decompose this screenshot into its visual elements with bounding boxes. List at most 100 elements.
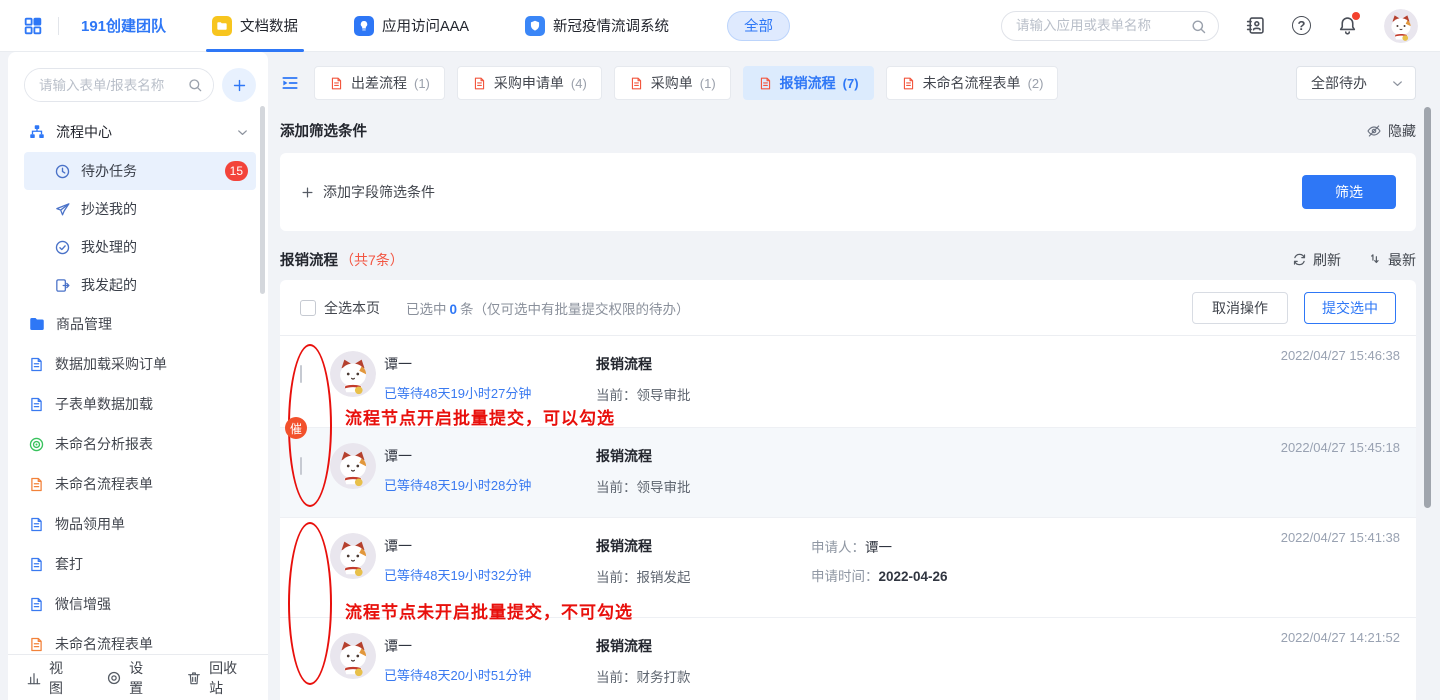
header-search [1001,11,1219,41]
filter-button[interactable]: 筛选 [1302,175,1396,209]
cancel-operation-button[interactable]: 取消操作 [1192,292,1288,324]
folder-app-icon [212,16,232,36]
sidebar-scrollbar[interactable] [260,106,265,294]
contacts-icon[interactable] [1245,15,1266,36]
waiting-time[interactable]: 已等待48天20小时51分钟 [384,665,596,684]
sort-latest-button[interactable]: 最新 [1367,250,1416,270]
tab-unnamed-flow-form[interactable]: 未命名流程表单 (2) [886,66,1059,100]
row-checkbox[interactable] [300,365,302,383]
app-tab-app-access[interactable]: 应用访问AAA [354,0,469,52]
avatar [330,533,376,579]
help-icon[interactable]: ? [1292,16,1311,35]
main-scrollbar[interactable] [1424,107,1431,508]
todo-row[interactable]: 谭一 已等待48天20小时51分钟 报销流程 当前：财务打款 2022/04/2… [280,618,1416,700]
applicant-name: 谭一 [384,536,596,556]
waiting-time[interactable]: 已等待48天19小时28分钟 [384,475,596,494]
flow-name: 报销流程 [596,446,811,466]
hide-filters-link[interactable]: 隐藏 [1366,121,1416,141]
sidebar-item-label: 数据加载采购订单 [55,354,167,374]
paper-plane-icon [54,201,71,218]
todo-filter-select[interactable]: 全部待办 [1296,66,1416,100]
urge-badge[interactable]: 催 [285,417,307,439]
add-form-button[interactable] [222,68,256,102]
tab-reimbursement-flow[interactable]: 报销流程 (7) [743,66,874,100]
workflow-icon [28,123,46,141]
selected-count: 0 [447,302,461,317]
recycle-bin-button[interactable]: 回收站 [186,658,250,698]
header-search-input[interactable] [1002,12,1218,40]
app-tab-label: 文档数据 [240,15,298,36]
sidebar: 流程中心 待办任务 15 抄送我的 我处理的 [8,52,268,700]
sidebar-item-print-template[interactable]: 套打 [24,544,256,584]
doc-icon [758,76,773,91]
tab-purchase-order[interactable]: 采购单 (1) [614,66,731,100]
waiting-time[interactable]: 已等待48天19小时32分钟 [384,565,596,584]
sidebar-search-input[interactable] [25,69,213,101]
doc-icon [28,396,45,413]
all-apps-pill[interactable]: 全部 [727,11,790,41]
sidebar-item-label: 微信增强 [55,594,111,614]
refresh-button[interactable]: 刷新 [1292,250,1341,270]
footer-label: 设置 [129,658,156,698]
doc-icon [28,556,45,573]
sidebar-group-process-center[interactable]: 流程中心 [24,112,256,152]
submit-selected-button[interactable]: 提交选中 [1304,292,1396,324]
sidebar-item-data-load-order[interactable]: 数据加载采购订单 [24,344,256,384]
select-all-label[interactable]: 全选本页 [324,298,380,318]
sidebar-item-subform-data-load[interactable]: 子表单数据加载 [24,384,256,424]
add-field-filter-button[interactable]: 添加字段筛选条件 [300,182,435,202]
main-content: 出差流程 (1) 采购申请单 (4) 采购单 (1) 报销流程 (7) 未命名流… [268,52,1440,700]
select-all-checkbox[interactable] [300,300,316,316]
row-checkbox[interactable] [300,457,302,475]
notifications-bell-icon[interactable] [1337,15,1358,36]
row-timestamp: 2022/04/27 15:41:38 [1281,530,1400,545]
refresh-label: 刷新 [1313,250,1341,270]
tab-purchase-request[interactable]: 采购申请单 (4) [457,66,602,100]
waiting-time[interactable]: 已等待48天19小时27分钟 [384,383,596,402]
app-tab-covid-system[interactable]: 新冠疫情流调系统 [525,0,669,52]
bulb-app-icon [354,16,374,36]
current-node: 当前：报销发起 [596,566,811,586]
doc-send-icon [54,277,71,294]
sidebar-item-cc-to-me[interactable]: 抄送我的 [24,190,256,228]
doc-icon [472,76,487,91]
todo-row[interactable]: 谭一 已等待48天19小时28分钟 报销流程 当前：领导审批 2022/04/2… [280,428,1416,518]
sidebar-item-item-requisition[interactable]: 物品领用单 [24,504,256,544]
sidebar-item-product-mgmt[interactable]: 商品管理 [24,304,256,344]
annotation-can-check: 流程节点开启批量提交，可以勾选 [345,404,615,429]
sidebar-item-unnamed-report[interactable]: 未命名分析报表 [24,424,256,464]
chevron-down-icon[interactable] [235,125,250,140]
settings-button[interactable]: 设置 [106,658,156,698]
notification-dot [1352,12,1360,20]
team-name[interactable]: 191创建团队 [81,15,166,36]
sort-label: 最新 [1388,250,1416,270]
user-avatar[interactable] [1384,9,1418,43]
search-icon[interactable] [1190,18,1207,35]
collapse-list-icon[interactable] [280,73,300,93]
views-button[interactable]: 视图 [26,658,76,698]
app-tab-doc-data[interactable]: 文档数据 [212,0,298,52]
sidebar-item-wechat-enhance[interactable]: 微信增强 [24,584,256,624]
doc-icon [28,516,45,533]
tab-count: (2) [1028,76,1044,91]
sidebar-item-started-by-me[interactable]: 我发起的 [24,266,256,304]
flow-name: 报销流程 [596,536,811,556]
todo-list-card: 全选本页 已选中0条（仅可选中有批量提交权限的待办） 取消操作 提交选中 谭一 … [280,280,1416,700]
flow-name: 报销流程 [596,636,811,656]
sidebar-item-todo-tasks[interactable]: 待办任务 15 [24,152,256,190]
applicant-name: 谭一 [384,636,596,656]
search-icon[interactable] [187,77,203,93]
row-extra-fields: 申请人：谭一 申请时间：2022-04-26 [811,533,948,585]
eye-off-icon [1366,123,1382,139]
sidebar-item-unnamed-flow-form[interactable]: 未命名流程表单 [24,464,256,504]
tab-business-trip-flow[interactable]: 出差流程 (1) [314,66,445,100]
sidebar-item-handled-by-me[interactable]: 我处理的 [24,228,256,266]
plus-icon [300,185,315,200]
apps-grid-icon[interactable] [22,15,44,37]
applicant-value: 谭一 [865,540,892,555]
tab-label: 采购单 [651,73,693,93]
flow-tabs-row: 出差流程 (1) 采购申请单 (4) 采购单 (1) 报销流程 (7) 未命名流… [280,66,1416,100]
flow-name: 报销流程 [596,354,811,374]
tab-count: (4) [571,76,587,91]
footer-label: 回收站 [209,658,250,698]
